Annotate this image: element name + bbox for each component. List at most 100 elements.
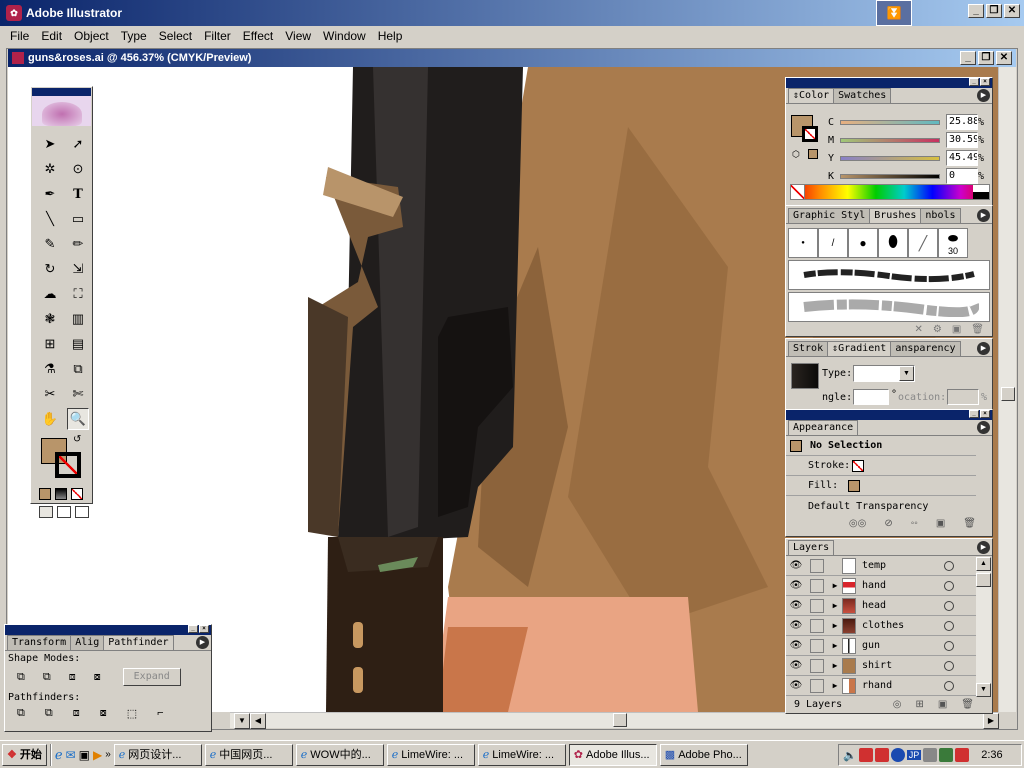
magic-wand-tool-icon[interactable]: ✲ (39, 158, 61, 180)
rectangle-tool-icon[interactable]: ▭ (67, 208, 89, 230)
magenta-slider[interactable] (840, 137, 940, 143)
pathfinder-panel-close-button[interactable]: × (199, 625, 209, 633)
blend-tool-icon[interactable]: ⧉ (67, 358, 89, 380)
scale-tool-icon[interactable]: ⇲ (67, 258, 89, 280)
reduce-to-basic-appearance-icon[interactable]: ◦◦ (911, 518, 918, 529)
appearance-panel-menu-icon[interactable]: ▶ (977, 421, 990, 434)
gradient-panel-menu-icon[interactable]: ▶ (977, 342, 990, 355)
tab-symbols[interactable]: nbols (920, 208, 961, 223)
gradient-location-field[interactable] (947, 389, 979, 405)
color-panel-close-button[interactable]: × (980, 78, 990, 86)
taskbar-item-5[interactable]: ✿ Adobe Illus... (568, 743, 657, 766)
layer-target-icon[interactable] (944, 680, 954, 691)
expand-triangle-icon[interactable]: ▶ (828, 581, 842, 590)
scroll-menu-button[interactable]: ▼ (234, 713, 250, 729)
pathfinder-panel-minimize-button[interactable]: _ (188, 625, 198, 633)
layer-row-head[interactable]: 👁 ▶ head (786, 596, 976, 616)
gradient-tool-icon[interactable]: ▤ (67, 333, 89, 355)
tab-graphic-styles[interactable]: Graphic Styl (788, 208, 871, 223)
doc-minimize-button[interactable]: _ (960, 51, 976, 65)
scissors-tool-icon[interactable]: ✄ (67, 383, 89, 405)
menu-file[interactable]: File (4, 29, 35, 43)
full-screen-menu-mode-button[interactable] (57, 506, 71, 518)
color-panel-menu-icon[interactable]: ▶ (977, 89, 990, 102)
color-panel-stroke-swatch[interactable] (802, 126, 818, 142)
divide-icon[interactable]: ⧉ (17, 707, 25, 720)
remove-brush-stroke-icon[interactable]: ✕ (914, 324, 922, 335)
tab-transform[interactable]: Transform (7, 635, 72, 650)
lock-toggle[interactable] (810, 578, 824, 593)
layer-target-icon[interactable] (944, 600, 954, 611)
yellow-slider[interactable] (840, 155, 940, 161)
gamut-swatch[interactable] (808, 149, 818, 159)
menu-view[interactable]: View (279, 29, 317, 43)
quicklaunch-overflow-icon[interactable]: » (105, 749, 111, 760)
black-slider[interactable] (840, 173, 940, 179)
free-transform-tool-icon[interactable]: ⛶ (67, 283, 89, 305)
vertical-scroll-thumb[interactable] (1001, 387, 1015, 401)
tray-app-icon-4[interactable] (955, 748, 970, 762)
crop-icon[interactable]: ⧇ (100, 707, 107, 720)
clear-appearance-icon[interactable]: ⊘ (884, 518, 892, 529)
mesh-tool-icon[interactable]: ⊞ (39, 333, 61, 355)
tab-pathfinder[interactable]: Pathfinder (103, 635, 174, 650)
eyedropper-tool-icon[interactable]: ⚗ (39, 358, 61, 380)
brushes-panel-menu-icon[interactable]: ▶ (977, 209, 990, 222)
brush-size-30[interactable]: ⬬ 30 (938, 228, 968, 258)
intersect-shape-icon[interactable]: ⧈ (69, 671, 76, 684)
lock-toggle[interactable] (810, 678, 824, 693)
delete-item-icon[interactable]: 🗑 (963, 518, 976, 529)
symbol-sprayer-tool-icon[interactable]: ❃ (39, 308, 61, 330)
layer-target-icon[interactable] (944, 620, 954, 631)
color-mode-button[interactable] (39, 488, 51, 500)
tab-layers[interactable]: Layers (788, 540, 835, 555)
cyan-value-field[interactable]: 25.88 (946, 114, 978, 130)
layer-target-icon[interactable] (944, 660, 954, 671)
brush-dot-2[interactable]: ● (848, 228, 878, 258)
outlook-express-icon[interactable]: ✉ (66, 748, 76, 762)
media-player-icon[interactable]: ▶ (93, 748, 102, 762)
layer-target-icon[interactable] (944, 580, 954, 591)
menu-help[interactable]: Help (372, 29, 409, 43)
outline-icon[interactable]: ⬚ (127, 707, 137, 720)
pathfinder-panel-menu-icon[interactable]: ▶ (196, 636, 209, 649)
appearance-fill-row[interactable]: Fill: (786, 476, 976, 496)
internet-explorer-icon[interactable]: ℯ (55, 747, 63, 763)
tray-app-icon-1[interactable] (858, 748, 873, 762)
expand-triangle-icon[interactable]: ▶ (828, 661, 842, 670)
exclude-overlapping-icon[interactable]: ⧇ (94, 671, 101, 684)
tray-app-icon-3[interactable] (939, 748, 954, 762)
delete-brush-icon[interactable]: 🗑 (971, 324, 984, 335)
black-value-field[interactable]: 0 (946, 168, 978, 184)
scroll-right-button[interactable]: ▶ (983, 713, 999, 729)
brush-slash[interactable]: / (818, 228, 848, 258)
taskbar-item-3[interactable]: ℯ LimeWire: ... (386, 743, 475, 766)
art-brush-dry[interactable] (788, 292, 990, 322)
layers-panel-menu-icon[interactable]: ▶ (977, 541, 990, 554)
stroke-color-swatch[interactable] (55, 452, 81, 478)
visibility-eye-icon[interactable]: 👁 (786, 600, 806, 611)
appearance-transparency-row[interactable]: Default Transparency (786, 496, 976, 516)
rotate-tool-icon[interactable]: ↻ (39, 258, 61, 280)
type-tool-icon[interactable]: T (67, 183, 89, 205)
tab-brushes[interactable]: Brushes (869, 208, 922, 223)
none-mode-button[interactable] (71, 488, 83, 500)
lock-toggle[interactable] (810, 658, 824, 673)
gradient-type-dropdown-icon[interactable]: ▼ (899, 366, 914, 381)
layers-scroll-thumb[interactable] (976, 573, 991, 587)
vertical-scrollbar[interactable] (998, 67, 1016, 712)
taskbar-item-2[interactable]: ℯ WOW中的... (295, 743, 384, 766)
trim-icon[interactable]: ⧉ (45, 707, 53, 720)
doc-restore-button[interactable]: ❐ (978, 51, 994, 65)
taskbar-item-1[interactable]: ℯ 中国网页... (204, 743, 293, 766)
make-clipping-mask-icon[interactable]: ◎ (893, 699, 902, 710)
layers-scroll-up-button[interactable]: ▲ (976, 557, 991, 571)
hand-tool-icon[interactable]: ✋ (39, 408, 61, 430)
tab-swatches[interactable]: Swatches (833, 88, 892, 103)
tab-color[interactable]: ⇕Color (788, 88, 835, 103)
menu-filter[interactable]: Filter (198, 29, 237, 43)
selection-tool-icon[interactable]: ➤ (39, 133, 61, 155)
lock-toggle[interactable] (810, 598, 824, 613)
brush-line[interactable]: ╱ (908, 228, 938, 258)
brush-oval[interactable]: ⬮ (878, 228, 908, 258)
